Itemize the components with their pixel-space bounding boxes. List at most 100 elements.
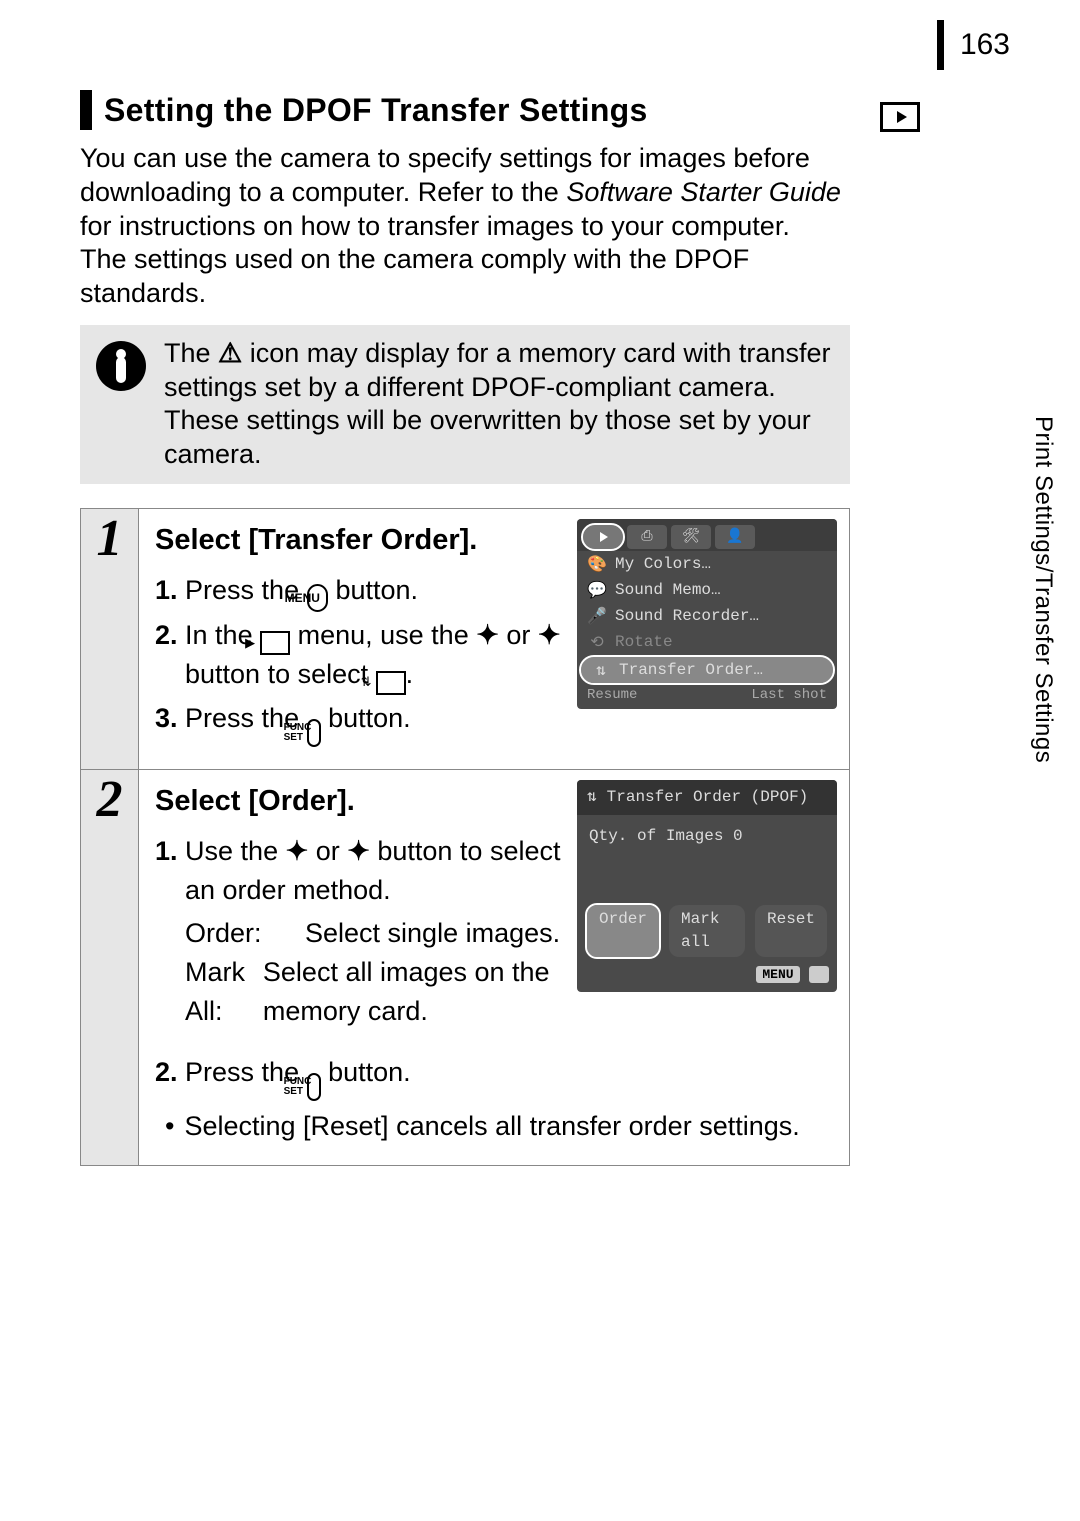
transfer-order-icon: ⇅: [591, 660, 611, 680]
order-method-list: Order: Select single images. Mark All: S…: [185, 914, 561, 1031]
markall-label: Mark All:: [185, 953, 263, 1031]
step-1-row: 1 Select [Transfer Order]. 1. Press the …: [81, 509, 849, 770]
rotate-icon: ⟲: [587, 632, 607, 652]
section-heading-row: Setting the DPOF Transfer Settings: [80, 90, 850, 130]
tab-tools-icon: 🛠: [671, 525, 711, 549]
right-arrow-icon: ✦: [347, 836, 370, 866]
step-2-text: Select [Order]. 1. Use the ✦ or ✦ button…: [155, 780, 837, 1038]
func-set-button-icon: FUNCSET: [307, 719, 321, 747]
step-2-title: Select [Order].: [155, 780, 561, 822]
manual-page: 163 Setting the DPOF Transfer Settings Y…: [0, 0, 1080, 1521]
order-desc: Select single images.: [305, 914, 560, 953]
left-arrow-icon: ✦: [286, 836, 309, 866]
footer-lastshot: Last shot: [751, 687, 827, 703]
info-body: icon may display for a memory card with …: [164, 338, 830, 469]
step-2-bullet: Selecting [Reset] cancels all transfer o…: [155, 1107, 837, 1146]
intro-italic: Software Starter Guide: [566, 177, 841, 207]
intro-text-b: for instructions on how to transfer imag…: [80, 211, 790, 241]
step-1-sub-2: 2. In the ▶ menu, use the ✦ or ✦ button …: [155, 616, 561, 695]
t: or: [308, 836, 347, 866]
palette-icon: 🎨: [587, 554, 607, 574]
step-1-number: 1: [81, 509, 139, 769]
page-number-bar: [937, 20, 944, 70]
side-tab-label: Print Settings/Transfer Settings: [1029, 416, 1057, 763]
markall-row: Mark All: Select all images on the memor…: [185, 953, 561, 1031]
step-2-body: Select [Order]. 1. Use the ✦ or ✦ button…: [139, 770, 849, 1165]
side-tab: Print Settings/Transfer Settings: [1018, 380, 1068, 800]
screen-2-title: Transfer Order (DPOF): [607, 786, 809, 809]
step-2-sub-1: 1. Use the ✦ or ✦ button to select an or…: [155, 832, 561, 910]
menu-item-soundmemo: 💬 Sound Memo…: [577, 577, 837, 603]
step-2-screenshot: ⇅ Transfer Order (DPOF) Qty. of Images 0…: [577, 780, 837, 1038]
intro-paragraph-2: The settings used on the camera comply w…: [80, 243, 850, 311]
sub-num: 1.: [155, 836, 178, 866]
page-number: 163: [960, 28, 1010, 61]
t: or: [499, 620, 538, 650]
menu-label: MENU: [315, 592, 320, 604]
info-icon: [96, 341, 146, 391]
steps-table: 1 Select [Transfer Order]. 1. Press the …: [80, 508, 850, 1166]
intro-paragraph-1: You can use the camera to specify settin…: [80, 142, 850, 243]
down-arrow-icon: ✦: [538, 620, 561, 650]
reset-button: Reset: [755, 905, 827, 957]
menu-item-soundrecorder: 🎤Sound Recorder…: [577, 603, 837, 629]
mi-label: Rotate: [615, 633, 673, 651]
step-1-screenshot: ⎙ 🛠 👤 🎨 My Colors… 💬 Sound Memo… 🎤Sound Re…: [577, 519, 837, 751]
camera-screen-1: ⎙ 🛠 👤 🎨 My Colors… 💬 Sound Memo… 🎤Sound Re…: [577, 519, 837, 709]
screen-2-body: Qty. of Images 0: [577, 815, 837, 901]
t: button.: [328, 575, 418, 605]
step-1-sub-1: 1. Press the MENU button.: [155, 571, 561, 612]
menu-item-rotate: ⟲ Rotate: [577, 629, 837, 655]
t: Use the: [178, 836, 286, 866]
sub-num: 2.: [155, 620, 178, 650]
mi-label: My Colors…: [615, 555, 711, 573]
step-1-title: Select [Transfer Order].: [155, 519, 561, 561]
sub-num: 2.: [155, 1057, 178, 1087]
section-heading: Setting the DPOF Transfer Settings: [104, 92, 648, 129]
mi-label: Sound Memo…: [615, 581, 721, 599]
transfer-icon: ⇅: [376, 671, 406, 695]
order-label: Order:: [185, 914, 305, 953]
menu-back-label: MENU: [756, 966, 799, 983]
step-2-number: 2: [81, 770, 139, 1165]
warning-icon: ⚠: [218, 338, 242, 368]
sub-num: 3.: [155, 703, 178, 733]
heading-bar: [80, 90, 92, 130]
step-1-text: Select [Transfer Order]. 1. Press the ME…: [155, 519, 561, 751]
t: button.: [321, 1057, 411, 1087]
step-2-lower: 2. Press the FUNCSET button. Selecting […: [155, 1053, 837, 1146]
tab-playback-icon: [583, 525, 623, 549]
t: button.: [321, 703, 411, 733]
step-1-body: Select [Transfer Order]. 1. Press the ME…: [139, 509, 849, 769]
order-row: Order: Select single images.: [185, 914, 561, 953]
tab-user-icon: 👤: [715, 525, 755, 549]
screen-2-buttons: Order Mark all Reset: [577, 901, 837, 961]
sub-num: 1.: [155, 575, 178, 605]
info-prefix: The: [164, 338, 218, 368]
t: button to select: [185, 659, 376, 689]
speech-icon: 💬: [587, 580, 607, 600]
tab-print-icon: ⎙: [627, 525, 667, 549]
order-button: Order: [587, 905, 659, 957]
mi-label: Transfer Order…: [619, 661, 763, 679]
playback-menu-icon: ▶: [260, 631, 290, 655]
t: menu, use the: [290, 620, 476, 650]
footer-resume: Resume: [587, 687, 637, 703]
transfer-icon: ⇅: [587, 786, 597, 809]
info-text: The ⚠ icon may display for a memory card…: [164, 337, 834, 472]
menu-item-transfer-order: ⇅ Transfer Order…: [581, 657, 833, 683]
mi-label: Sound Recorder…: [615, 607, 759, 625]
screen-tabs: ⎙ 🛠 👤: [577, 519, 837, 551]
screen-2-header: ⇅ Transfer Order (DPOF): [577, 780, 837, 815]
menu-back: MENU ↶: [577, 961, 837, 992]
playback-mode-icon: [880, 102, 920, 132]
markall-button: Mark all: [669, 905, 745, 957]
step-2-row: 2 Select [Order]. 1. Use the ✦ or ✦ butt…: [81, 770, 849, 1165]
func-set-button-icon: FUNCSET: [307, 1073, 321, 1101]
camera-screen-2: ⇅ Transfer Order (DPOF) Qty. of Images 0…: [577, 780, 837, 993]
menu-button-icon: MENU: [307, 584, 328, 612]
screen-footer: Resume Last shot: [577, 685, 837, 709]
back-arrow-icon: ↶: [809, 966, 829, 983]
t: .: [406, 659, 414, 689]
up-arrow-icon: ✦: [476, 620, 499, 650]
